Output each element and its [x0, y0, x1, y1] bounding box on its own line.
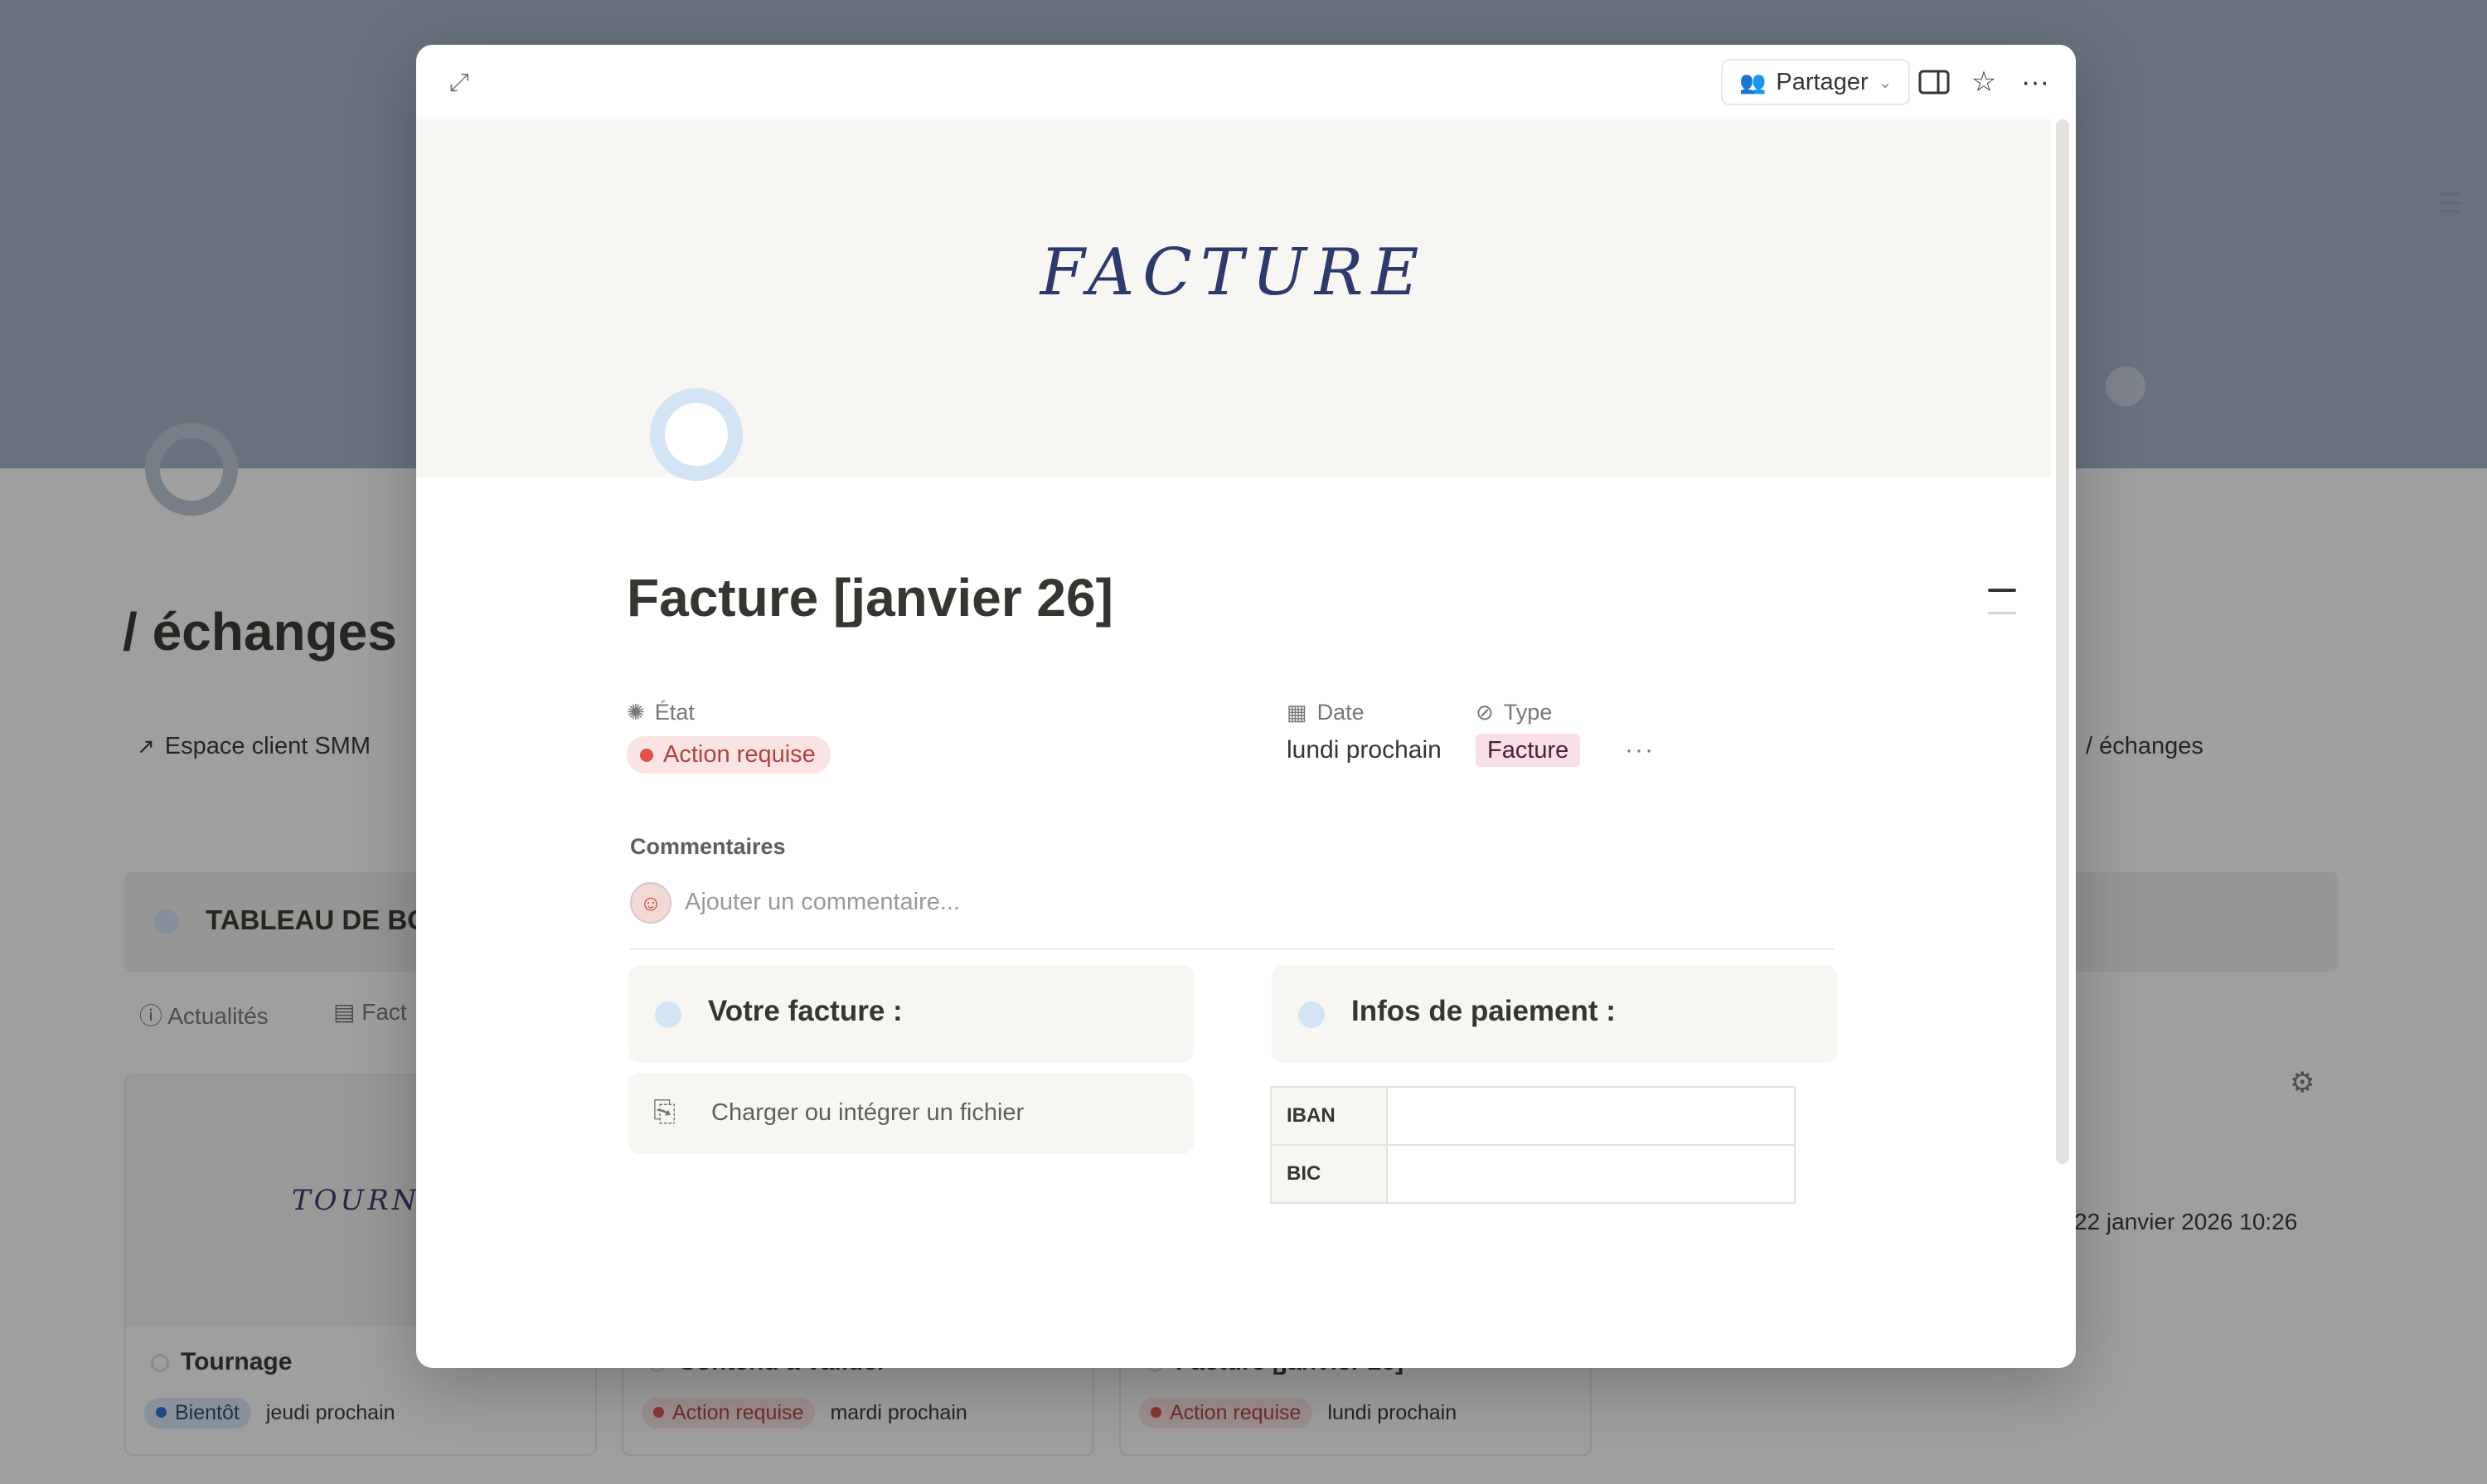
more-properties-icon[interactable]: ··· [1625, 736, 1655, 764]
property-etat-value[interactable]: Action requise [627, 736, 831, 774]
payment-callout[interactable]: Infos de paiement : [1272, 965, 1837, 1063]
property-type-value[interactable]: Facture [1476, 734, 1581, 767]
file-upload-block[interactable]: ⎘ Charger ou intégrer un fichier [628, 1073, 1194, 1154]
share-button-label: Partager [1776, 68, 1869, 95]
people-icon: 👥 [1739, 69, 1767, 95]
property-date-value[interactable]: lundi prochain [1287, 736, 1442, 764]
comment-input[interactable]: Ajouter un commentaire... [685, 889, 960, 916]
status-badge-label: Action requise [663, 741, 816, 768]
table-cell-key[interactable]: BIC [1270, 1144, 1388, 1204]
table-row: BIC [1270, 1144, 1796, 1204]
status-dot [640, 748, 653, 762]
comments-label: Commentaires [630, 834, 786, 859]
table-cell-key[interactable]: IBAN [1270, 1086, 1388, 1146]
status-spinner-icon: ✺ [627, 700, 645, 725]
property-date-label: Date [1316, 700, 1365, 725]
callout-dot-icon [1298, 1001, 1325, 1028]
share-button[interactable]: 👥 Partager ⌄ [1721, 59, 1911, 105]
status-badge: Action requise [627, 736, 831, 774]
property-date-header[interactable]: ▦ Date [1287, 700, 1365, 725]
invoice-callout[interactable]: Votre facture : [628, 965, 1194, 1063]
callout-dot-icon [655, 1001, 681, 1028]
property-etat-label: État [654, 700, 695, 725]
expand-diagonal-icon[interactable]: ⤢ [444, 68, 474, 98]
vertical-scrollbar[interactable] [2056, 119, 2069, 1164]
property-date-text: lundi prochain [1287, 736, 1442, 764]
calendar-icon: ▦ [1287, 700, 1307, 725]
table-cell-value[interactable] [1386, 1144, 1796, 1204]
side-panel-icon[interactable] [1915, 63, 1953, 101]
payment-info-table: IBAN BIC [1270, 1086, 1796, 1204]
payment-callout-title: Infos de paiement : [1351, 995, 1616, 1027]
select-circle-icon: ⊘ [1476, 700, 1494, 725]
table-row: IBAN [1270, 1086, 1796, 1146]
table-of-contents-icon[interactable] [1988, 589, 2016, 634]
property-type-header[interactable]: ⊘ Type [1476, 700, 1552, 725]
type-tag: Facture [1476, 734, 1581, 767]
file-upload-icon: ⎘ [653, 1096, 676, 1128]
star-icon[interactable]: ☆ [1965, 63, 2003, 101]
property-etat-header[interactable]: ✺ État [627, 700, 695, 725]
cover-handwritten-text: FACTURE [1040, 235, 1428, 310]
page-peek-modal: ⤢ 👥 Partager ⌄ ☆ ··· FACTURE Facture [ja… [416, 45, 2076, 1368]
modal-topbar: ⤢ 👥 Partager ⌄ ☆ ··· [416, 45, 2076, 119]
property-type-label: Type [1503, 700, 1553, 725]
file-upload-label: Charger ou intégrer un fichier [711, 1099, 1025, 1126]
chevron-down-icon: ⌄ [1878, 73, 1893, 92]
invoice-callout-title: Votre facture : [708, 995, 903, 1027]
table-cell-value[interactable] [1386, 1086, 1796, 1146]
comment-composer[interactable]: ☺ Ajouter un commentaire... [630, 880, 1834, 950]
page-ring-icon[interactable] [650, 388, 743, 481]
page-title[interactable]: Facture [janvier 26] [627, 567, 1113, 628]
avatar: ☺ [630, 882, 671, 924]
more-horizontal-icon[interactable]: ··· [2016, 63, 2054, 101]
